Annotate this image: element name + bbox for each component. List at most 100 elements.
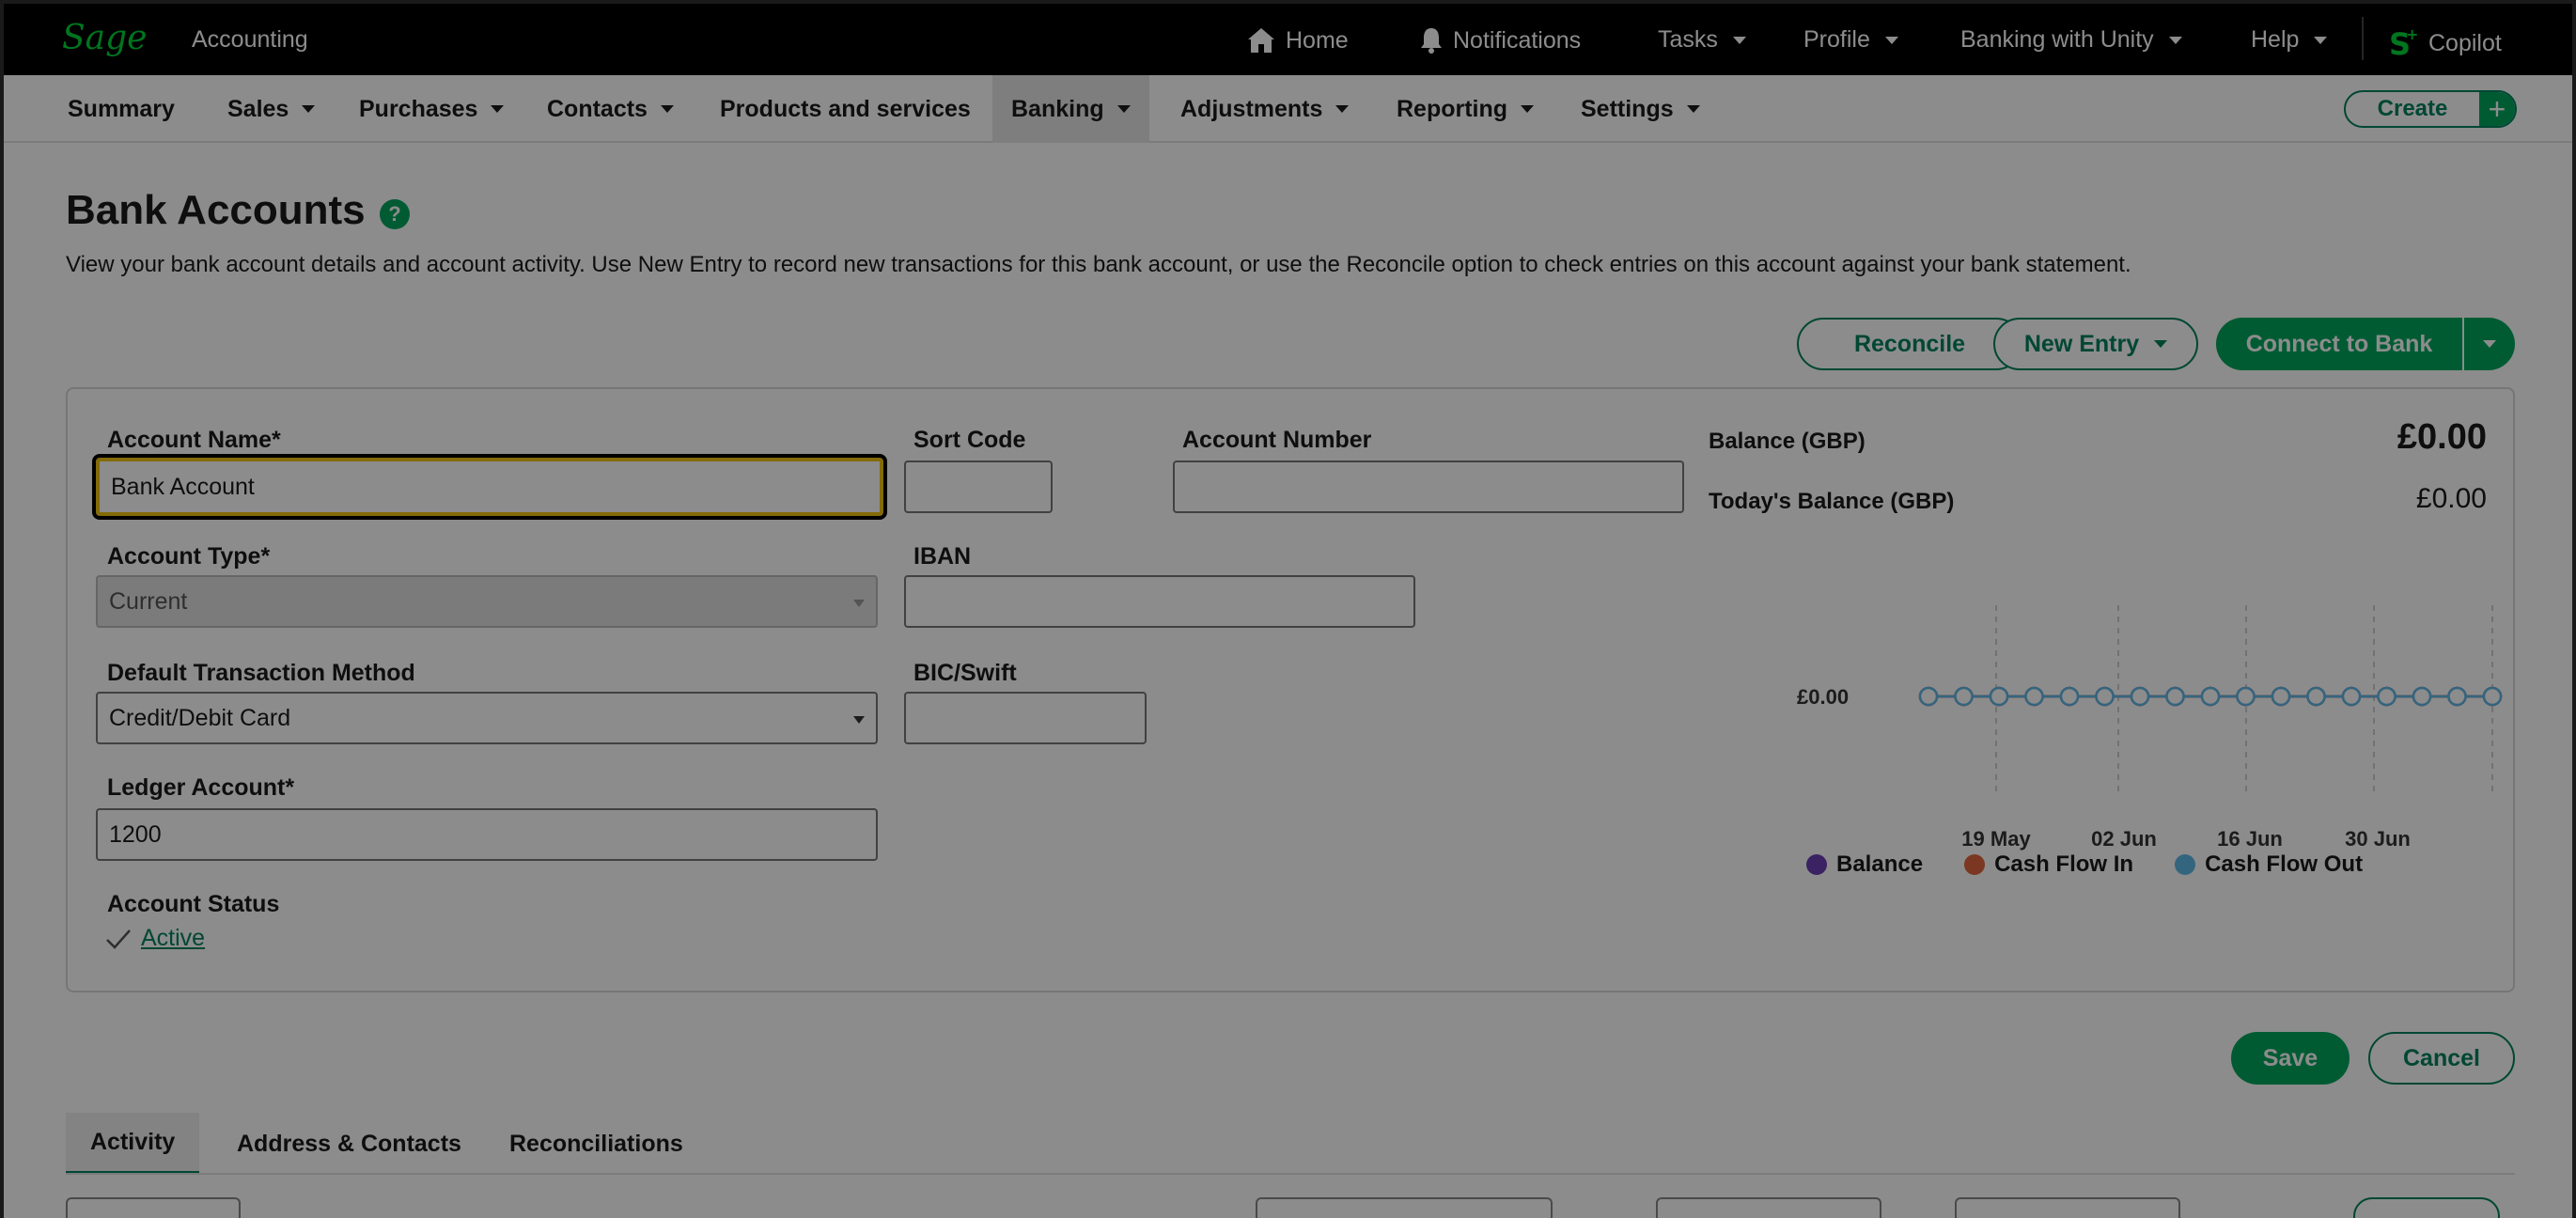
plus-icon: +	[2479, 92, 2515, 126]
x-tick-label: 02 Jun	[2091, 827, 2157, 851]
app-window: Sage Accounting Home Notifications Tasks…	[4, 4, 2572, 1218]
data-point[interactable]	[2306, 686, 2326, 707]
legend-balance[interactable]: Balance	[1806, 851, 1923, 878]
data-point[interactable]	[1954, 686, 1974, 707]
notifications-label: Notifications	[1453, 26, 1582, 54]
nav-label: Adjustments	[1180, 95, 1323, 122]
copilot-icon: S+	[2389, 26, 2418, 60]
nav-label: Sales	[227, 95, 289, 122]
tab-label: Address & Contacts	[237, 1130, 461, 1157]
notifications-link[interactable]: Notifications	[1419, 26, 1581, 55]
data-point[interactable]	[2236, 686, 2256, 707]
sort-code-input[interactable]	[904, 461, 1053, 513]
profile-menu[interactable]: Profile	[1803, 26, 1898, 54]
nav-label: Banking	[1011, 95, 1104, 122]
ledger-account-input[interactable]: 1200	[96, 808, 878, 861]
banking-unity-menu[interactable]: Banking with Unity	[1960, 26, 2182, 54]
default-method-label: Default Transaction Method	[107, 660, 415, 686]
tasks-menu[interactable]: Tasks	[1658, 26, 1746, 54]
top-bar: Sage Accounting Home Notifications Tasks…	[4, 4, 2572, 75]
nav-label: Purchases	[359, 95, 478, 122]
data-point[interactable]	[2165, 686, 2185, 707]
create-label: Create	[2377, 96, 2448, 121]
data-point[interactable]	[2059, 686, 2080, 707]
account-number-input[interactable]	[1173, 461, 1684, 513]
tab-activity[interactable]: Activity	[66, 1113, 200, 1175]
nav-settings[interactable]: Settings	[1575, 75, 1706, 143]
data-point[interactable]	[1989, 686, 2009, 707]
account-name-input[interactable]: Bank Account	[96, 458, 883, 516]
help-icon[interactable]: ?	[380, 199, 410, 229]
new-entry-label: New Entry	[2023, 330, 2140, 357]
connect-dropdown-toggle[interactable]	[2462, 318, 2515, 370]
chevron-down-icon	[302, 105, 316, 113]
bic-input[interactable]	[904, 692, 1147, 744]
data-point[interactable]	[2412, 686, 2432, 707]
data-point[interactable]	[2377, 686, 2396, 707]
copilot-label: Copilot	[2428, 29, 2502, 56]
account-status-label: Account Status	[107, 891, 280, 917]
chevron-down-icon	[853, 716, 865, 724]
nav-sales[interactable]: Sales	[222, 75, 320, 143]
nav-contacts[interactable]: Contacts	[541, 75, 679, 143]
data-point[interactable]	[2095, 686, 2115, 707]
data-point[interactable]	[2024, 686, 2044, 707]
account-number-label: Account Number	[1182, 427, 1372, 453]
account-type-value: Current	[109, 587, 188, 615]
search-button[interactable]	[2353, 1197, 2500, 1218]
help-menu[interactable]: Help	[2251, 26, 2328, 54]
default-method-select[interactable]: Credit/Debit Card	[96, 692, 878, 744]
home-link[interactable]: Home	[1246, 26, 1349, 55]
chevron-down-icon	[660, 105, 674, 113]
search-input[interactable]	[1256, 1197, 1553, 1218]
banking-unity-label: Banking with Unity	[1960, 26, 2154, 53]
create-button[interactable]: Create +	[2344, 90, 2517, 128]
copilot-button[interactable]: S + Copilot	[2387, 26, 2502, 60]
nav-summary[interactable]: Summary	[62, 75, 180, 143]
data-point[interactable]	[2341, 686, 2362, 707]
chevron-down-icon	[1335, 105, 1350, 113]
data-point[interactable]	[1918, 686, 1939, 707]
legend-cash-flow-in[interactable]: Cash Flow In	[1964, 851, 2133, 878]
nav-label: Summary	[68, 95, 175, 122]
data-point[interactable]	[2271, 686, 2291, 707]
nav-banking[interactable]: Banking	[992, 75, 1149, 143]
data-point[interactable]	[2130, 686, 2150, 707]
to-date-input[interactable]	[1955, 1197, 2180, 1218]
data-point[interactable]	[2200, 686, 2221, 707]
legend-label: Cash Flow In	[1994, 851, 2134, 877]
legend-label: Balance	[1836, 851, 1924, 877]
cancel-label: Cancel	[2403, 1044, 2480, 1071]
chevron-down-icon	[1521, 105, 1535, 113]
reconcile-button[interactable]: Reconcile	[1797, 318, 2022, 370]
tab-reconciliations[interactable]: Reconciliations	[485, 1113, 708, 1175]
status-active-link[interactable]: Active	[141, 925, 205, 952]
nav-products[interactable]: Products and services	[714, 75, 976, 143]
cancel-button[interactable]: Cancel	[2368, 1032, 2515, 1085]
connect-to-bank-button[interactable]: Connect to Bank	[2216, 318, 2515, 370]
new-entry-button[interactable]: New Entry	[1993, 318, 2198, 370]
nav-reporting[interactable]: Reporting	[1391, 75, 1539, 143]
product-name: Accounting	[192, 26, 308, 53]
nav-purchases[interactable]: Purchases	[353, 75, 509, 143]
save-button[interactable]: Save	[2231, 1032, 2350, 1085]
tab-label: Reconciliations	[509, 1130, 683, 1157]
data-point[interactable]	[2482, 686, 2503, 707]
legend-cash-flow-out[interactable]: Cash Flow Out	[2175, 851, 2363, 878]
x-tick-label: 19 May	[1961, 827, 2031, 851]
data-point[interactable]	[2447, 686, 2467, 707]
from-date-input[interactable]	[1656, 1197, 1881, 1218]
chevron-down-icon	[1116, 105, 1131, 113]
x-tick-label: 16 Jun	[2217, 827, 2283, 851]
chevron-down-icon	[1732, 36, 1746, 44]
sage-logo[interactable]: Sage	[62, 19, 147, 57]
account-type-label: Account Type*	[107, 543, 271, 570]
account-name-label: Account Name*	[107, 427, 281, 453]
filter-select[interactable]	[66, 1197, 241, 1218]
nav-adjustments[interactable]: Adjustments	[1175, 75, 1354, 143]
iban-input[interactable]	[904, 575, 1415, 628]
chevron-down-icon	[853, 600, 865, 607]
reconcile-label: Reconcile	[1853, 330, 1966, 357]
chevron-down-icon	[491, 105, 505, 113]
tab-address-contacts[interactable]: Address & Contacts	[212, 1113, 486, 1175]
